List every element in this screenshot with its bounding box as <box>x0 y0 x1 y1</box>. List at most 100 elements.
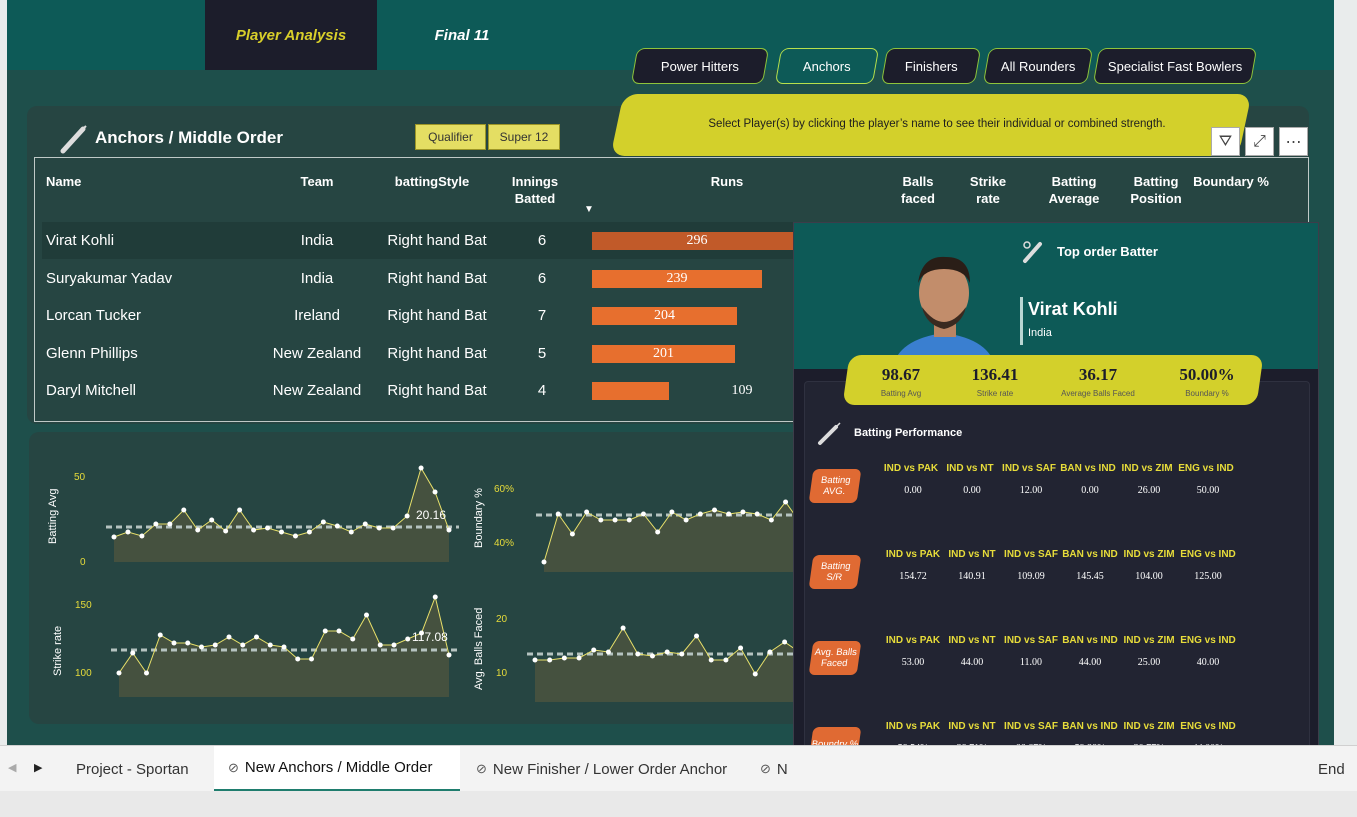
strike-rate-point[interactable] <box>116 670 122 676</box>
page-tab-new-anchors[interactable]: ⊘ New Anchors / Middle Order <box>214 746 460 792</box>
boundary-point[interactable] <box>697 511 703 517</box>
col-team[interactable]: Team <box>277 173 357 190</box>
balls-faced-point[interactable] <box>547 657 553 663</box>
balls-faced-point[interactable] <box>561 655 567 661</box>
category-finishers[interactable]: Finishers <box>880 48 982 84</box>
boundary-point[interactable] <box>555 511 561 517</box>
tab-player-analysis[interactable]: Player Analysis <box>205 0 377 70</box>
strike-rate-point[interactable] <box>391 642 397 648</box>
balls-faced-point[interactable] <box>532 657 538 663</box>
strike-rate-point[interactable] <box>432 594 438 600</box>
category-fast-bowlers[interactable]: Specialist Fast Bowlers <box>1092 48 1258 84</box>
boundary-point[interactable] <box>640 511 646 517</box>
player-name-cell[interactable]: Suryakumar Yadav <box>46 270 172 287</box>
strike-rate-point[interactable] <box>446 652 452 658</box>
boundary-point[interactable] <box>584 509 590 515</box>
player-name-cell[interactable]: Virat Kohli <box>46 232 114 249</box>
strike-rate-point[interactable] <box>185 640 191 646</box>
strike-rate-point[interactable] <box>377 642 383 648</box>
balls-faced-point[interactable] <box>649 653 655 659</box>
table-row[interactable]: Daryl Mitchell New Zealand Right hand Bat 4… <box>42 372 797 409</box>
batting-avg-point[interactable] <box>306 529 312 535</box>
batting-avg-point[interactable] <box>279 529 284 535</box>
batting-avg-point[interactable] <box>265 525 271 531</box>
col-runs[interactable]: Runs <box>687 173 767 190</box>
boundary-point[interactable] <box>598 517 604 523</box>
batting-avg-point[interactable] <box>348 529 354 535</box>
strike-rate-point[interactable] <box>171 640 177 646</box>
boundary-point[interactable] <box>626 517 632 523</box>
batting-avg-point[interactable] <box>390 525 396 531</box>
batting-avg-point[interactable] <box>209 517 215 523</box>
col-balls-faced[interactable]: Balls faced <box>887 173 949 207</box>
tab-final-11[interactable]: Final 11 <box>397 0 527 70</box>
batting-avg-point[interactable] <box>223 528 229 534</box>
boundary-point[interactable] <box>726 511 732 517</box>
batting-avg-point[interactable] <box>181 507 187 513</box>
strike-rate-point[interactable] <box>281 644 287 650</box>
balls-faced-point[interactable] <box>635 651 641 657</box>
balls-faced-point[interactable] <box>694 633 700 639</box>
boundary-point[interactable] <box>669 509 675 515</box>
batting-avg-point[interactable] <box>376 525 382 531</box>
boundary-point[interactable] <box>612 517 618 523</box>
boundary-point[interactable] <box>683 517 689 523</box>
batting-avg-point[interactable] <box>404 513 410 519</box>
strike-rate-point[interactable] <box>309 656 314 662</box>
balls-faced-point[interactable] <box>664 649 670 655</box>
strike-rate-point[interactable] <box>199 644 204 650</box>
strike-rate-point[interactable] <box>295 656 301 662</box>
table-row[interactable]: Glenn Phillips New Zealand Right hand Bat 5… <box>42 335 797 372</box>
player-name-cell[interactable]: Glenn Phillips <box>46 345 138 362</box>
batting-avg-point[interactable] <box>432 489 438 495</box>
strike-rate-point[interactable] <box>130 650 136 656</box>
col-name[interactable]: Name <box>46 173 81 190</box>
boundary-point[interactable] <box>541 559 547 565</box>
player-name-cell[interactable]: Daryl Mitchell <box>46 382 136 399</box>
strike-rate-point[interactable] <box>322 628 328 634</box>
batting-avg-point[interactable] <box>320 519 326 525</box>
more-options-icon[interactable]: ⋯ <box>1279 127 1308 156</box>
col-innings[interactable]: Innings Batted <box>499 173 571 207</box>
boundary-point[interactable] <box>768 517 774 523</box>
batting-avg-point[interactable] <box>251 527 257 533</box>
category-all-rounders[interactable]: All Rounders <box>982 48 1094 84</box>
strike-rate-point[interactable] <box>212 642 218 648</box>
next-page-icon[interactable]: ▶ <box>34 761 42 774</box>
batting-avg-point[interactable] <box>125 529 131 535</box>
balls-faced-point[interactable] <box>620 625 626 631</box>
batting-avg-point[interactable] <box>111 534 117 540</box>
strike-rate-point[interactable] <box>405 636 411 642</box>
strike-rate-point[interactable] <box>267 642 273 648</box>
col-boundary[interactable]: Boundary % <box>1191 173 1271 190</box>
table-row[interactable]: Suryakumar Yadav India Right hand Bat 6 239 <box>42 260 797 297</box>
category-anchors[interactable]: Anchors <box>774 48 880 84</box>
filter-qualifier[interactable]: Qualifier <box>415 124 486 150</box>
batting-avg-point[interactable] <box>139 533 145 539</box>
page-tab-n[interactable]: ⊘ N <box>760 746 788 792</box>
balls-faced-point[interactable] <box>679 651 685 657</box>
filter-icon[interactable]: ⛛ <box>1211 127 1240 156</box>
batting-avg-point[interactable] <box>237 507 243 513</box>
boundary-point[interactable] <box>783 499 789 505</box>
batting-avg-point[interactable] <box>195 527 201 533</box>
balls-faced-point[interactable] <box>576 655 582 661</box>
batting-avg-point[interactable] <box>446 527 452 533</box>
boundary-point[interactable] <box>655 529 661 535</box>
balls-faced-point[interactable] <box>605 649 611 655</box>
col-batting-style[interactable]: battingStyle <box>377 173 487 190</box>
player-name-cell[interactable]: Lorcan Tucker <box>46 307 141 324</box>
strike-rate-point[interactable] <box>157 632 163 638</box>
boundary-point[interactable] <box>712 507 718 513</box>
page-tab-new-finisher[interactable]: ⊘ New Finisher / Lower Order Anchor <box>476 746 727 792</box>
col-strike-rate[interactable]: Strike rate <box>957 173 1019 207</box>
balls-faced-point[interactable] <box>767 649 773 655</box>
boundary-point[interactable] <box>740 509 746 515</box>
batting-avg-point[interactable] <box>167 521 173 527</box>
category-power-hitters[interactable]: Power Hitters <box>630 48 770 84</box>
strike-rate-point[interactable] <box>336 628 342 634</box>
sort-desc-icon[interactable]: ▼ <box>584 204 594 215</box>
balls-faced-point[interactable] <box>782 639 788 645</box>
batting-avg-point[interactable] <box>418 465 424 471</box>
strike-rate-point[interactable] <box>240 642 246 648</box>
